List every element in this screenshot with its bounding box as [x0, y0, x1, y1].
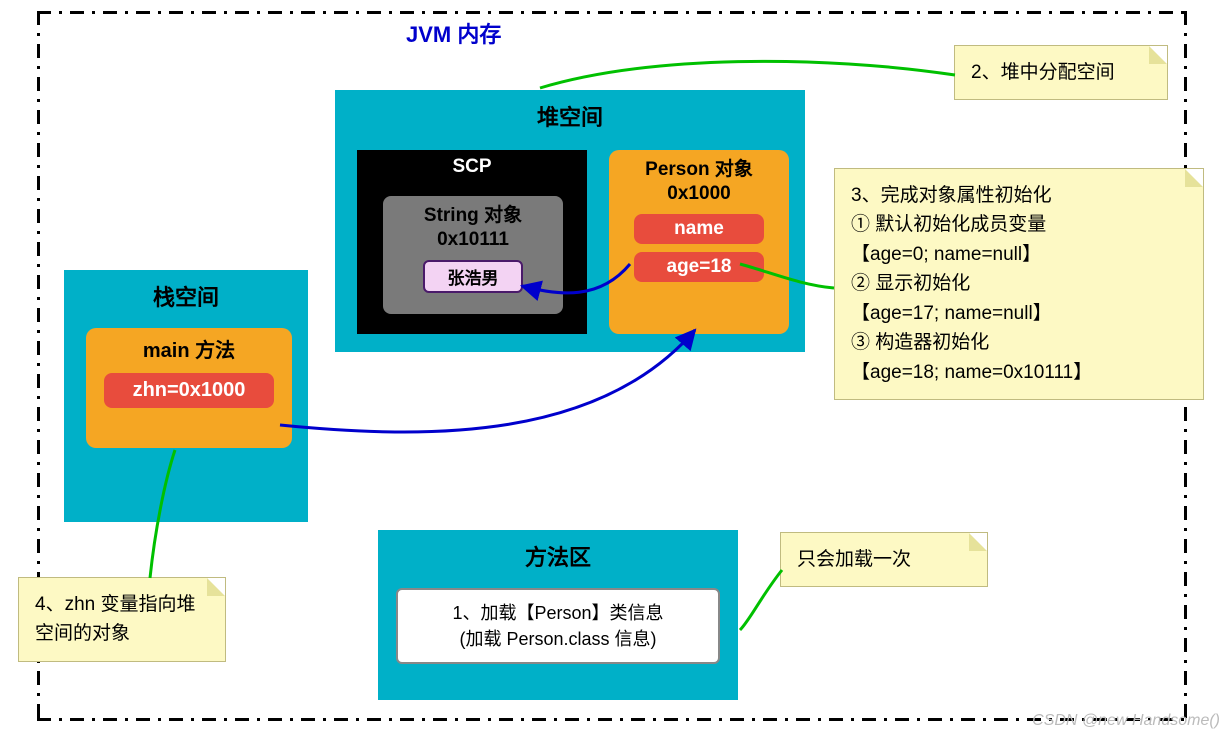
note-zhn-pointer: 4、zhn 变量指向堆空间的对象	[18, 577, 226, 662]
string-object-value: 张浩男	[423, 260, 523, 293]
method-area-panel: 方法区 1、加载【Person】类信息(加载 Person.class 信息)	[378, 530, 738, 700]
heap-panel: 堆空间 SCP String 对象0x10111 张浩男 Person 对象0x…	[335, 90, 805, 352]
main-method-frame: main 方法 zhn=0x1000	[86, 328, 292, 448]
string-object-label: String 对象0x10111	[383, 204, 563, 252]
note-heap-alloc: 2、堆中分配空间	[954, 45, 1168, 100]
person-object: Person 对象0x1000 name age=18	[609, 150, 789, 334]
watermark: CSDN @new Handsome()	[1032, 712, 1220, 730]
scp-box: SCP String 对象0x10111 张浩男	[357, 150, 587, 334]
heap-title: 堆空间	[339, 94, 801, 140]
method-area-title: 方法区	[382, 534, 734, 580]
person-object-label: Person 对象0x1000	[609, 158, 789, 206]
person-age-field: age=18	[634, 252, 764, 282]
stack-panel: 栈空间 main 方法 zhn=0x1000	[64, 270, 308, 522]
stack-title: 栈空间	[68, 274, 304, 320]
note-load-once: 只会加载一次	[780, 532, 988, 587]
class-load-info: 1、加载【Person】类信息(加载 Person.class 信息)	[396, 588, 720, 664]
scp-title: SCP	[357, 150, 587, 178]
note-init-steps: 3、完成对象属性初始化① 默认初始化成员变量【age=0; name=null】…	[834, 168, 1204, 400]
person-name-field: name	[634, 214, 764, 244]
string-object: String 对象0x10111 张浩男	[383, 196, 563, 314]
zhn-variable: zhn=0x1000	[104, 373, 274, 408]
jvm-title: JVM 内存	[400, 17, 507, 49]
main-method-title: main 方法	[86, 334, 292, 363]
